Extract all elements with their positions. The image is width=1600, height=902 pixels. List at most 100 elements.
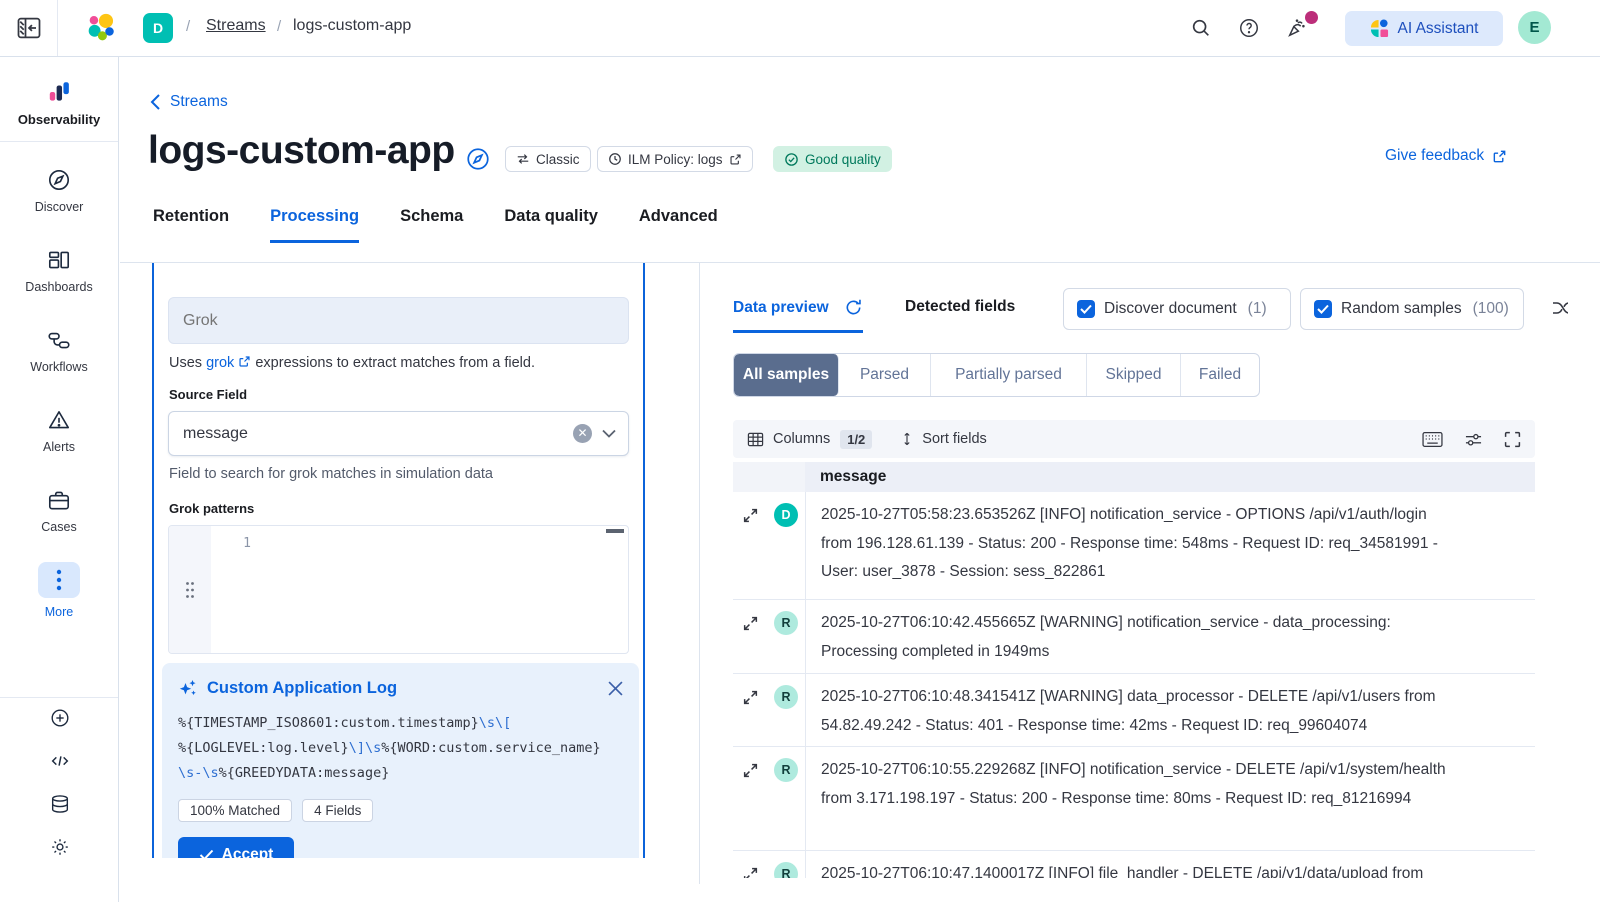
- data-preview-column: Data preview Detected fields Discover do…: [700, 263, 1600, 878]
- table-row[interactable]: R 2025-10-27T06:10:42.455665Z [WARNING] …: [733, 600, 1535, 674]
- grok-docs-link[interactable]: grok: [206, 355, 234, 371]
- grok-patterns-label: Grok patterns: [169, 501, 254, 516]
- user-avatar[interactable]: E: [1518, 11, 1551, 44]
- expand-row-icon[interactable]: [742, 689, 759, 706]
- clock-icon: [608, 152, 622, 166]
- sidebar-item-workflows[interactable]: Workflows: [0, 327, 118, 374]
- source-field-value: message: [183, 425, 573, 443]
- message-column-header[interactable]: message: [805, 462, 1535, 492]
- processor-type-input[interactable]: [168, 297, 629, 344]
- check-circle-icon: [784, 152, 799, 167]
- add-circle-icon[interactable]: [49, 707, 71, 729]
- close-icon[interactable]: [608, 681, 623, 696]
- filter-all-samples[interactable]: All samples: [734, 354, 839, 396]
- tab-data-quality[interactable]: Data quality: [504, 207, 598, 243]
- ilm-policy-badge[interactable]: ILM Policy: logs: [597, 146, 753, 172]
- sidebar-item-alerts[interactable]: Alerts: [0, 407, 118, 454]
- tab-processing[interactable]: Processing: [270, 207, 359, 243]
- help-icon[interactable]: [1238, 17, 1260, 39]
- gear-icon[interactable]: [49, 836, 71, 858]
- sidebar-item-more[interactable]: More: [0, 562, 118, 619]
- alert-triangle-icon: [46, 407, 72, 433]
- random-samples-toggle[interactable]: Random samples (100): [1300, 288, 1524, 330]
- filter-skipped[interactable]: Skipped: [1087, 354, 1181, 396]
- avatar: R: [774, 862, 798, 878]
- refresh-icon[interactable]: [844, 298, 863, 317]
- notification-dot: [1305, 11, 1318, 24]
- filter-failed[interactable]: Failed: [1181, 354, 1259, 396]
- tab-data-preview[interactable]: Data preview: [733, 298, 863, 333]
- source-field-help: Field to search for grok matches in simu…: [169, 466, 493, 482]
- breadcrumb-streams-link[interactable]: Streams: [206, 17, 266, 35]
- database-icon[interactable]: [49, 793, 71, 815]
- table-row[interactable]: D 2025-10-27T05:58:23.653526Z [INFO] not…: [733, 492, 1535, 600]
- give-feedback-link[interactable]: Give feedback: [1385, 147, 1507, 165]
- sidebar-divider: [0, 141, 118, 142]
- external-link-icon: [729, 153, 742, 166]
- avatar: R: [774, 685, 798, 709]
- checkbox-checked-icon[interactable]: [1314, 300, 1332, 318]
- expand-row-icon[interactable]: [742, 762, 759, 779]
- quality-badge[interactable]: Good quality: [773, 146, 892, 172]
- shuffle-icon[interactable]: [1551, 296, 1568, 320]
- sidebar-solution-observability[interactable]: Observability: [0, 79, 118, 127]
- search-icon[interactable]: [1190, 17, 1212, 39]
- more-icon: [38, 562, 80, 598]
- back-to-streams-link[interactable]: Streams: [150, 93, 228, 111]
- columns-grid-icon: [747, 431, 764, 448]
- filter-parsed[interactable]: Parsed: [839, 354, 931, 396]
- swap-arrows-icon: [516, 152, 530, 166]
- table-row[interactable]: R 2025-10-27T06:10:55.229268Z [INFO] not…: [733, 747, 1535, 851]
- sidebar-item-dashboards[interactable]: Dashboards: [0, 247, 118, 294]
- table-row[interactable]: R 2025-10-27T06:10:48.341541Z [WARNING] …: [733, 674, 1535, 747]
- sidebar-divider: [0, 697, 118, 698]
- log-message-cell: 2025-10-27T06:10:47.1400017Z [INFO] file…: [805, 851, 1535, 878]
- clear-selection-icon[interactable]: ✕: [573, 424, 592, 443]
- fullscreen-icon[interactable]: [1504, 431, 1521, 448]
- chevron-down-icon[interactable]: [602, 429, 616, 438]
- log-message-cell: 2025-10-27T06:10:55.229268Z [INFO] notif…: [805, 747, 1535, 850]
- dev-tools-icon[interactable]: [49, 750, 71, 772]
- space-avatar[interactable]: D: [143, 13, 173, 43]
- sample-filter-group: All samples Parsed Partially parsed Skip…: [733, 353, 1260, 397]
- stream-compass-icon[interactable]: [465, 146, 491, 172]
- grok-processor-panel: Uses grok expressions to extract matches…: [152, 263, 645, 858]
- drag-handle[interactable]: [169, 526, 211, 653]
- table-row[interactable]: R 2025-10-27T06:10:47.1400017Z [INFO] fi…: [733, 851, 1535, 878]
- columns-button[interactable]: Columns: [773, 431, 830, 447]
- discover-document-toggle[interactable]: Discover document (1): [1063, 288, 1291, 330]
- pattern-suggestion-card: Custom Application Log %{TIMESTAMP_ISO86…: [162, 663, 639, 858]
- elastic-logo[interactable]: [84, 11, 118, 45]
- expand-row-icon[interactable]: [742, 866, 759, 878]
- accept-suggestion-button[interactable]: Accept: [178, 837, 294, 858]
- breadcrumb-separator: /: [186, 18, 190, 35]
- expand-row-icon[interactable]: [742, 615, 759, 632]
- filter-partially-parsed[interactable]: Partially parsed: [931, 354, 1087, 396]
- classic-stream-badge[interactable]: Classic: [505, 146, 591, 172]
- avatar: R: [774, 611, 798, 635]
- suggestion-title: Custom Application Log: [207, 679, 599, 698]
- tab-detected-fields[interactable]: Detected fields: [905, 298, 1015, 316]
- expand-row-icon[interactable]: [742, 507, 759, 524]
- ai-assistant-icon: [1370, 19, 1389, 38]
- tab-advanced[interactable]: Advanced: [639, 207, 718, 243]
- sort-icon: [900, 432, 914, 446]
- grok-patterns-editor[interactable]: 1: [168, 525, 629, 654]
- collapse-sidebar-icon[interactable]: [15, 14, 43, 42]
- keyboard-icon[interactable]: [1422, 431, 1443, 448]
- sort-fields-button[interactable]: Sort fields: [922, 431, 986, 447]
- source-field-combobox[interactable]: message ✕: [168, 411, 629, 456]
- checkbox-checked-icon[interactable]: [1077, 300, 1095, 318]
- tab-schema[interactable]: Schema: [400, 207, 463, 243]
- sidebar-item-discover[interactable]: Discover: [0, 167, 118, 214]
- display-options-icon[interactable]: [1465, 431, 1482, 448]
- processor-description: Uses grok expressions to extract matches…: [169, 355, 535, 371]
- topbar-divider: [57, 0, 58, 56]
- editor-scrollbar[interactable]: [606, 529, 624, 533]
- sidebar-item-cases[interactable]: Cases: [0, 487, 118, 534]
- fields-count-badge: 4 Fields: [302, 799, 373, 822]
- tab-retention[interactable]: Retention: [153, 207, 229, 243]
- observability-logo-icon: [46, 79, 72, 105]
- ai-assistant-button[interactable]: AI Assistant: [1345, 11, 1503, 46]
- drag-dots-icon: [185, 581, 195, 599]
